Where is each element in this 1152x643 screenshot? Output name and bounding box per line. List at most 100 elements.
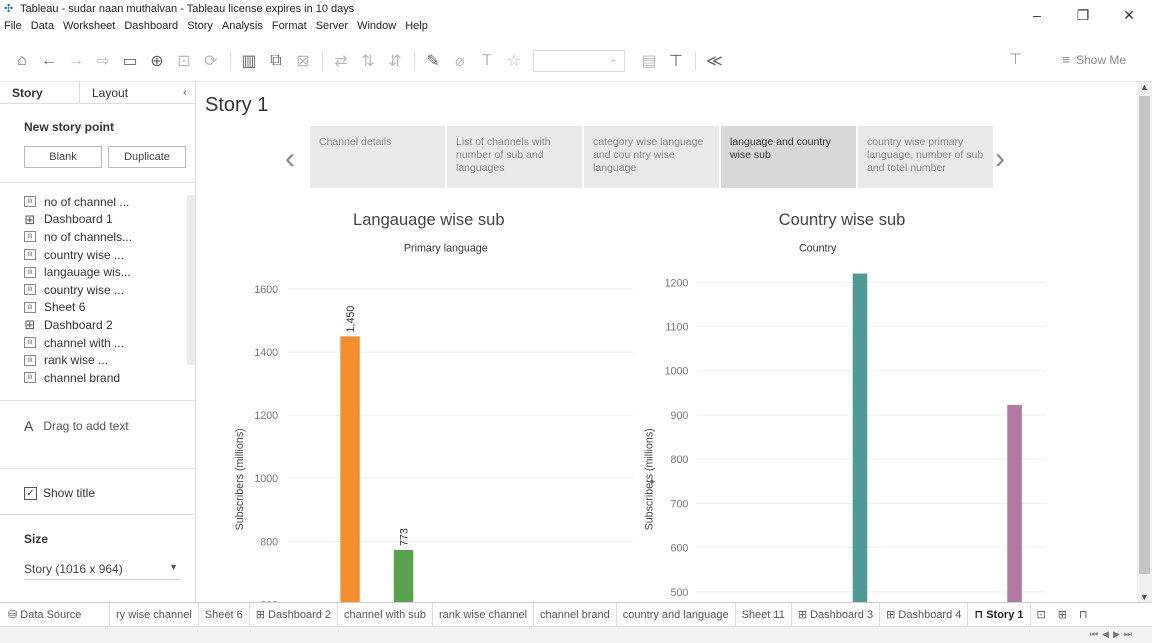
- tab-story[interactable]: Story: [0, 82, 80, 103]
- previous-story-point-icon[interactable]: ‹: [285, 142, 295, 176]
- show-me-button[interactable]: ≡ Show Me: [1062, 52, 1126, 67]
- show-title-checkbox[interactable]: ✓ Show title: [24, 486, 95, 500]
- home-icon[interactable]: ⌂: [14, 52, 30, 70]
- text-object[interactable]: A Drag to add text: [24, 418, 129, 434]
- sheet-tab[interactable]: channel brand: [534, 602, 617, 627]
- sheet-tab[interactable]: country and language: [617, 602, 736, 627]
- sheet-list-item[interactable]: ⊞ Dashboard 2: [24, 316, 195, 334]
- sheet-tab[interactable]: Sheet 6: [199, 602, 250, 627]
- sheet-list-item[interactable]: ılı channel brand: [24, 369, 195, 387]
- menu-file[interactable]: File: [4, 20, 22, 32]
- share-icon[interactable]: ≪: [706, 51, 723, 71]
- scroll-down-icon[interactable]: ▼: [1140, 592, 1149, 602]
- forward-icon[interactable]: →: [68, 52, 84, 70]
- pin-icon[interactable]: ☆: [506, 51, 522, 71]
- story-point-2[interactable]: List of channels with number of sub and …: [447, 126, 582, 188]
- sheet-list-item-label: no of channel ...: [44, 194, 130, 209]
- scrollbar-thumb[interactable]: [1139, 96, 1150, 574]
- restore-icon[interactable]: ❐: [1060, 0, 1106, 32]
- sheet-tab[interactable]: ⊞ Dashboard 3: [792, 602, 881, 627]
- sheet-tab[interactable]: ⊓ Story 1: [968, 602, 1031, 627]
- sheet-tab[interactable]: ⊞ Dashboard 4: [880, 602, 969, 627]
- show-cards-icon[interactable]: ▤: [641, 51, 657, 71]
- menu-server[interactable]: Server: [316, 20, 348, 32]
- menu-help[interactable]: Help: [405, 20, 428, 32]
- sheet-list-item-label: Dashboard 2: [44, 317, 113, 332]
- vertical-scrollbar[interactable]: ▲ ▼: [1137, 82, 1152, 602]
- bar: [1007, 404, 1022, 602]
- menu-window[interactable]: Window: [357, 20, 396, 32]
- caret-down-icon: ▼: [169, 562, 178, 572]
- sheet-list-item[interactable]: ılı rank wise ...: [24, 351, 195, 369]
- menu-dashboard[interactable]: Dashboard: [124, 20, 178, 32]
- checkbox-checked-icon[interactable]: ✓: [24, 486, 37, 500]
- sheet-list-item[interactable]: ılı langauage wis...: [24, 263, 195, 281]
- chart-header: Primary language: [404, 242, 488, 254]
- sheet-tab[interactable]: channel with sub: [338, 602, 433, 627]
- new-worksheet-icon[interactable]: ▥: [241, 51, 257, 71]
- sort-desc-icon[interactable]: ⇵: [387, 51, 403, 71]
- pin-axis-icon[interactable]: ✦: [648, 477, 657, 489]
- sheet-list-scrollbar[interactable]: [187, 195, 195, 365]
- sheet-tab[interactable]: ⊞ Dashboard 2: [250, 602, 339, 627]
- panel-divider: [0, 182, 195, 183]
- highlight-icon[interactable]: ✎: [425, 51, 441, 71]
- size-dropdown[interactable]: Story (1016 x 964) ▼: [24, 562, 180, 580]
- fit-dropdown[interactable]: [533, 49, 625, 72]
- sheet-tab[interactable]: rank wise channel: [433, 602, 535, 627]
- duplicate-button[interactable]: Duplicate: [108, 146, 186, 168]
- collapse-panel-icon[interactable]: ‹: [183, 85, 187, 99]
- redo-icon[interactable]: ⇨: [95, 51, 111, 71]
- worksheet-icon: ılı: [24, 266, 36, 278]
- sort-asc-icon[interactable]: ⇅: [360, 51, 376, 71]
- sheet-navigation-icons[interactable]: ⏮◀▶⏭: [1090, 629, 1136, 640]
- chart-title: Country wise sub: [779, 210, 906, 229]
- duplicate-sheet-icon[interactable]: ⧉: [268, 52, 284, 70]
- story-point-1[interactable]: Channel details: [310, 126, 445, 188]
- new-story-icon[interactable]: ⊓: [1079, 608, 1088, 621]
- group-icon[interactable]: ⌀: [452, 51, 468, 71]
- y-axis-title: Subscribers (millions): [234, 428, 246, 530]
- back-icon[interactable]: ←: [41, 52, 57, 70]
- new-worksheet-icon[interactable]: ⊡: [1037, 608, 1046, 621]
- menu-story[interactable]: Story: [187, 20, 213, 32]
- menu-analysis[interactable]: Analysis: [222, 20, 263, 32]
- sheet-list-item[interactable]: ılı Sheet 6: [24, 299, 195, 317]
- menu-worksheet[interactable]: Worksheet: [63, 20, 115, 32]
- sheet-list-item[interactable]: ılı country wise ...: [24, 281, 195, 299]
- save-icon[interactable]: ▭: [122, 51, 138, 71]
- new-dashboard-icon[interactable]: ⊞: [1058, 608, 1067, 621]
- dashboard-icon: ⊞: [255, 608, 269, 621]
- sheet-tab[interactable]: ⛁ Data Source: [0, 602, 110, 627]
- sheet-list-item[interactable]: ılı channel with ...: [24, 334, 195, 352]
- story-point-buttons: Blank Duplicate: [0, 146, 195, 168]
- story-canvas: Story 1 ‹ Channel details List of channe…: [197, 82, 1137, 602]
- sheet-tab-label: rank wise channel: [438, 608, 528, 621]
- sheet-list-item[interactable]: ılı country wise ...: [24, 246, 195, 264]
- refresh-icon[interactable]: ⟳: [203, 51, 219, 71]
- new-datasource-icon[interactable]: ⊕: [149, 51, 165, 71]
- story-point-4-active[interactable]: language and country wise sub: [721, 126, 856, 188]
- close-icon[interactable]: ✕: [1106, 0, 1152, 32]
- show-me-label: Show Me: [1075, 52, 1126, 67]
- pin-toolbar-icon[interactable]: ⊤: [1009, 50, 1022, 68]
- blank-button[interactable]: Blank: [24, 146, 102, 168]
- sheet-tab[interactable]: Sheet 11: [736, 602, 792, 627]
- label-icon[interactable]: T: [479, 52, 495, 70]
- menu-data[interactable]: Data: [31, 20, 54, 32]
- story-point-5[interactable]: country wise primary language, number of…: [858, 126, 993, 188]
- sheet-tab[interactable]: ry wise channel: [110, 602, 199, 627]
- sheet-list-item[interactable]: ılı no of channels...: [24, 228, 195, 246]
- tab-layout[interactable]: Layout: [80, 82, 160, 103]
- pause-updates-icon[interactable]: ⊡: [176, 51, 192, 71]
- minimize-icon[interactable]: –: [1014, 0, 1060, 32]
- next-story-point-icon[interactable]: ›: [995, 142, 1005, 176]
- clear-sheet-icon[interactable]: ⊠: [295, 51, 311, 71]
- presentation-icon[interactable]: ⊤: [668, 51, 684, 71]
- story-point-3[interactable]: category wise language and cou ntry wise…: [584, 126, 719, 188]
- sheet-list-item[interactable]: ılı no of channel ...: [24, 193, 195, 211]
- menu-format[interactable]: Format: [272, 20, 307, 32]
- swap-icon[interactable]: ⇄: [333, 51, 349, 71]
- sheet-list-item[interactable]: ⊞ Dashboard 1: [24, 211, 195, 229]
- scroll-up-icon[interactable]: ▲: [1140, 82, 1149, 92]
